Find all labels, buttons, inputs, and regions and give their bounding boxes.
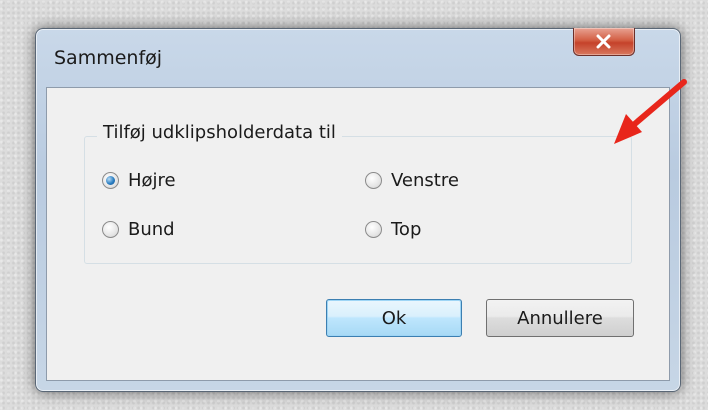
red-arrow-icon — [614, 79, 687, 144]
radio-button-checked[interactable] — [102, 172, 119, 189]
radio-button[interactable] — [365, 172, 382, 189]
radio-button[interactable] — [365, 221, 382, 238]
ok-button[interactable]: Ok — [326, 299, 462, 337]
radio-top[interactable]: Top — [365, 219, 421, 240]
radio-label-right: Højre — [128, 170, 176, 191]
append-options-group — [84, 136, 632, 264]
radio-bottom[interactable]: Bund — [102, 219, 175, 240]
radio-right[interactable]: Højre — [102, 170, 176, 191]
close-icon — [596, 34, 611, 49]
radio-label-left: Venstre — [391, 170, 459, 191]
cancel-button[interactable]: Annullere — [486, 299, 634, 337]
group-legend: Tilføj udklipsholderdata til — [97, 122, 342, 143]
dialog-client-area: Tilføj udklipsholderdata til Højre Venst… — [46, 87, 670, 381]
radio-left[interactable]: Venstre — [365, 170, 459, 191]
radio-label-bottom: Bund — [128, 219, 175, 240]
close-button[interactable] — [573, 28, 635, 56]
window-title: Sammenføj — [54, 47, 163, 69]
dialog-window: Sammenføj Tilføj udklipsholderdata til H… — [35, 28, 681, 392]
radio-button[interactable] — [102, 221, 119, 238]
radio-label-top: Top — [391, 219, 422, 240]
